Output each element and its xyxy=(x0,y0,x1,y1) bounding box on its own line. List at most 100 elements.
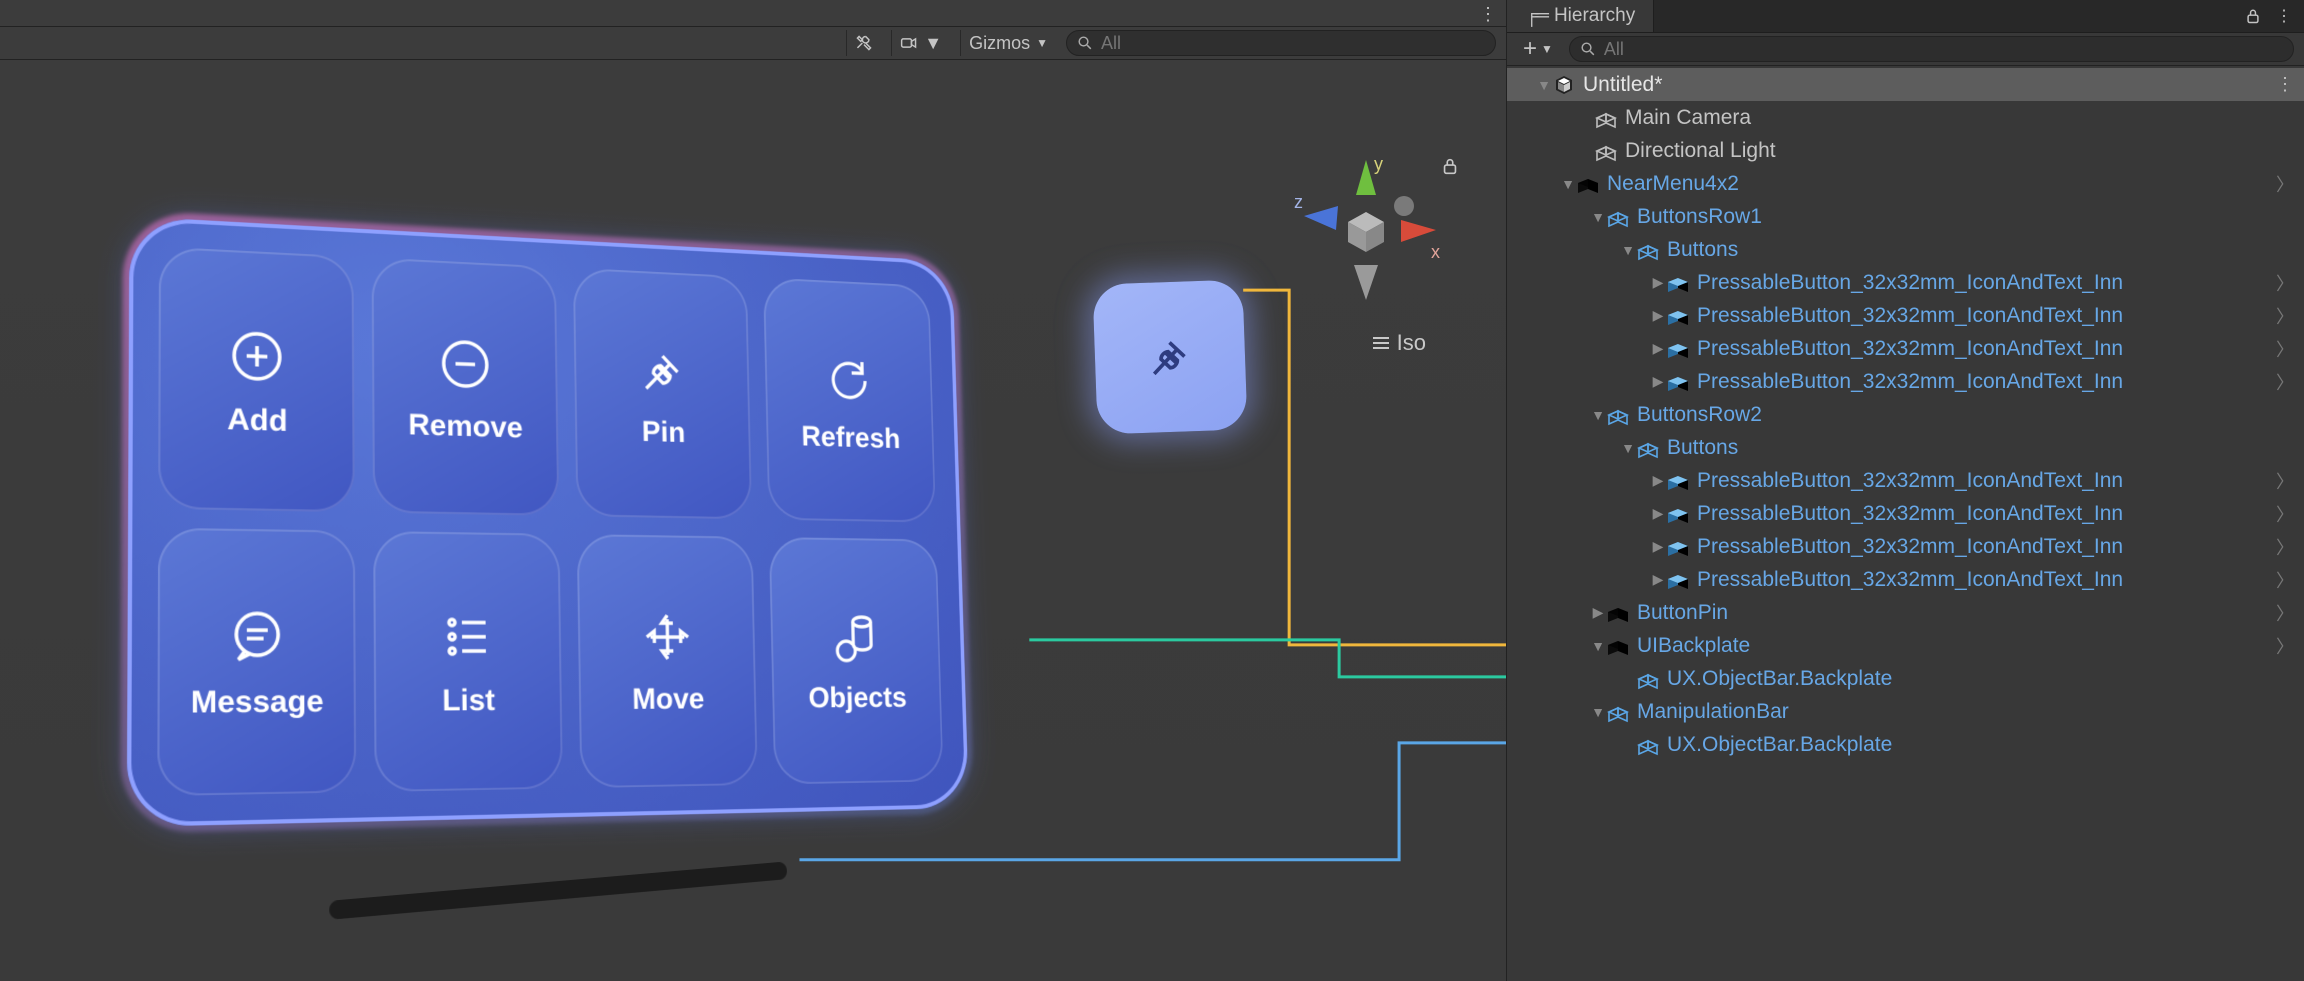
menu-button-refresh[interactable]: Refresh xyxy=(763,277,936,522)
hierarchy-item-main-camera[interactable]: Main Camera xyxy=(1507,101,2304,134)
hierarchy-tree[interactable]: ▼ Untitled* ⋮ Main Camera Directional Li… xyxy=(1507,66,2304,981)
scene-panel-menu-icon[interactable]: ⋮ xyxy=(1479,4,1498,25)
menu-button-label: Pin xyxy=(642,415,686,449)
hierarchy-item-ux-backplate[interactable]: UX.ObjectBar.Backplate xyxy=(1507,662,2304,695)
near-menu-object[interactable]: Add Remove Pin Refresh xyxy=(135,235,1041,895)
prefab-icon xyxy=(1607,206,1629,228)
camera-dropdown[interactable]: ▼ xyxy=(891,30,950,56)
foldout-icon[interactable]: ▶ xyxy=(1589,604,1607,621)
prefab-variant-icon xyxy=(1667,371,1689,393)
chevron-right-icon[interactable]: 〉 xyxy=(2268,336,2294,362)
hierarchy-tabbar: ╒═ Hierarchy ⋮ xyxy=(1507,0,2304,33)
prefab-variant-icon xyxy=(1667,503,1689,525)
hierarchy-item-pressable[interactable]: ▶ PressableButton_32x32mm_IconAndText_In… xyxy=(1507,299,2304,332)
hierarchy-item-ux-backplate[interactable]: UX.ObjectBar.Backplate xyxy=(1507,728,2304,761)
foldout-icon[interactable]: ▶ xyxy=(1649,274,1667,291)
foldout-icon[interactable]: ▼ xyxy=(1589,407,1607,423)
foldout-icon[interactable]: ▶ xyxy=(1649,340,1667,357)
projection-toggle[interactable]: Iso xyxy=(1373,330,1426,356)
foldout-icon[interactable]: ▶ xyxy=(1649,373,1667,390)
hierarchy-search[interactable] xyxy=(1569,36,2294,62)
hierarchy-item-directional-light[interactable]: Directional Light xyxy=(1507,134,2304,167)
menu-button-label: Refresh xyxy=(801,420,901,455)
menu-button-add[interactable]: Add xyxy=(158,247,354,513)
foldout-icon[interactable]: ▼ xyxy=(1589,704,1607,720)
foldout-icon[interactable]: ▼ xyxy=(1589,209,1607,225)
prefab-variant-icon xyxy=(1667,272,1689,294)
foldout-icon[interactable]: ▶ xyxy=(1649,571,1667,588)
scene-name: Untitled* xyxy=(1583,73,2268,97)
chevron-right-icon[interactable]: 〉 xyxy=(2268,534,2294,560)
hierarchy-item-buttons[interactable]: ▼ Buttons xyxy=(1507,431,2304,464)
scene-search-input[interactable] xyxy=(1101,33,1485,54)
chevron-down-icon: ▼ xyxy=(924,33,942,54)
hierarchy-panel: ╒═ Hierarchy ⋮ + ▼ ▼ U xyxy=(1507,0,2304,981)
chevron-right-icon[interactable]: 〉 xyxy=(2268,303,2294,329)
chevron-right-icon[interactable]: 〉 xyxy=(2268,501,2294,527)
menu-button-label: List xyxy=(442,683,495,718)
hierarchy-item-pressable[interactable]: ▶ PressableButton_32x32mm_IconAndText_In… xyxy=(1507,332,2304,365)
hierarchy-item-pressable[interactable]: ▶ PressableButton_32x32mm_IconAndText_In… xyxy=(1507,530,2304,563)
menu-button-message[interactable]: Message xyxy=(157,528,356,797)
prefab-variant-icon xyxy=(1667,338,1689,360)
scene-panel-header: ⋮ xyxy=(0,0,1506,27)
create-dropdown[interactable]: + ▼ xyxy=(1517,35,1559,63)
axis-x-label: x xyxy=(1431,242,1440,262)
hierarchy-item-pressable[interactable]: ▶ PressableButton_32x32mm_IconAndText_In… xyxy=(1507,266,2304,299)
chevron-right-icon[interactable]: 〉 xyxy=(2268,600,2294,626)
menu-button-objects[interactable]: Objects xyxy=(769,537,944,785)
hierarchy-item-pressable[interactable]: ▶ PressableButton_32x32mm_IconAndText_In… xyxy=(1507,563,2304,596)
foldout-icon[interactable]: ▶ xyxy=(1649,307,1667,324)
hierarchy-item-manipulationbar[interactable]: ▼ ManipulationBar xyxy=(1507,695,2304,728)
button-pin-object[interactable] xyxy=(1092,279,1247,434)
foldout-icon[interactable]: ▶ xyxy=(1649,472,1667,489)
panel-menu-icon[interactable]: ⋮ xyxy=(2276,6,2292,26)
hierarchy-item-uibackplate[interactable]: ▼ UIBackplate 〉 xyxy=(1507,629,2304,662)
hierarchy-item-buttonsrow2[interactable]: ▼ ButtonsRow2 xyxy=(1507,398,2304,431)
prefab-icon xyxy=(1637,239,1659,261)
chevron-right-icon[interactable]: 〉 xyxy=(2268,369,2294,395)
scene-menu-icon[interactable]: ⋮ xyxy=(2268,74,2294,95)
hierarchy-item-pressable[interactable]: ▶ PressableButton_32x32mm_IconAndText_In… xyxy=(1507,464,2304,497)
foldout-icon[interactable]: ▶ xyxy=(1649,505,1667,522)
foldout-icon[interactable]: ▶ xyxy=(1649,538,1667,555)
orientation-gizmo[interactable]: y x z xyxy=(1286,150,1446,310)
foldout-icon[interactable]: ▼ xyxy=(1589,638,1607,654)
hierarchy-tab[interactable]: ╒═ Hierarchy xyxy=(1507,0,1654,32)
hierarchy-search-input[interactable] xyxy=(1604,39,2283,60)
hierarchy-item-nearmenu[interactable]: ▼ NearMenu4x2 〉 xyxy=(1507,167,2304,200)
chevron-right-icon[interactable]: 〉 xyxy=(2268,171,2294,197)
axis-y-label: y xyxy=(1374,154,1383,174)
chevron-down-icon: ▼ xyxy=(1036,36,1048,50)
refresh-icon xyxy=(821,347,879,410)
foldout-icon[interactable]: ▼ xyxy=(1535,77,1553,93)
menu-button-label: Add xyxy=(227,402,288,439)
foldout-icon[interactable]: ▼ xyxy=(1559,176,1577,192)
manipulation-bar-object[interactable] xyxy=(329,861,788,920)
scene-search[interactable] xyxy=(1066,30,1496,56)
chevron-down-icon: ▼ xyxy=(1541,42,1553,56)
hierarchy-tab-label: Hierarchy xyxy=(1554,5,1635,27)
chevron-right-icon[interactable]: 〉 xyxy=(2268,633,2294,659)
chevron-right-icon[interactable]: 〉 xyxy=(2268,468,2294,494)
foldout-icon[interactable]: ▼ xyxy=(1619,242,1637,258)
menu-button-label: Move xyxy=(632,682,705,716)
hierarchy-item-buttons[interactable]: ▼ Buttons xyxy=(1507,233,2304,266)
foldout-icon[interactable]: ▼ xyxy=(1619,440,1637,456)
chevron-right-icon[interactable]: 〉 xyxy=(2268,270,2294,296)
menu-button-pin[interactable]: Pin xyxy=(572,268,752,520)
pin-icon xyxy=(1140,327,1200,387)
hierarchy-item-pressable[interactable]: ▶ PressableButton_32x32mm_IconAndText_In… xyxy=(1507,365,2304,398)
hierarchy-item-buttonpin[interactable]: ▶ ButtonPin 〉 xyxy=(1507,596,2304,629)
gizmos-dropdown[interactable]: Gizmos ▼ xyxy=(960,30,1056,56)
hierarchy-item-pressable[interactable]: ▶ PressableButton_32x32mm_IconAndText_In… xyxy=(1507,497,2304,530)
hierarchy-toolbar: + ▼ xyxy=(1507,33,2304,66)
chevron-right-icon[interactable]: 〉 xyxy=(2268,567,2294,593)
scene-viewport[interactable]: y x z Iso xyxy=(0,60,1506,981)
projection-label: Iso xyxy=(1397,330,1426,356)
unlock-icon[interactable] xyxy=(2244,7,2262,25)
search-icon xyxy=(1077,35,1093,51)
tools-button[interactable] xyxy=(846,30,881,56)
hierarchy-item-buttonsrow1[interactable]: ▼ ButtonsRow1 xyxy=(1507,200,2304,233)
scene-row[interactable]: ▼ Untitled* ⋮ xyxy=(1507,68,2304,101)
